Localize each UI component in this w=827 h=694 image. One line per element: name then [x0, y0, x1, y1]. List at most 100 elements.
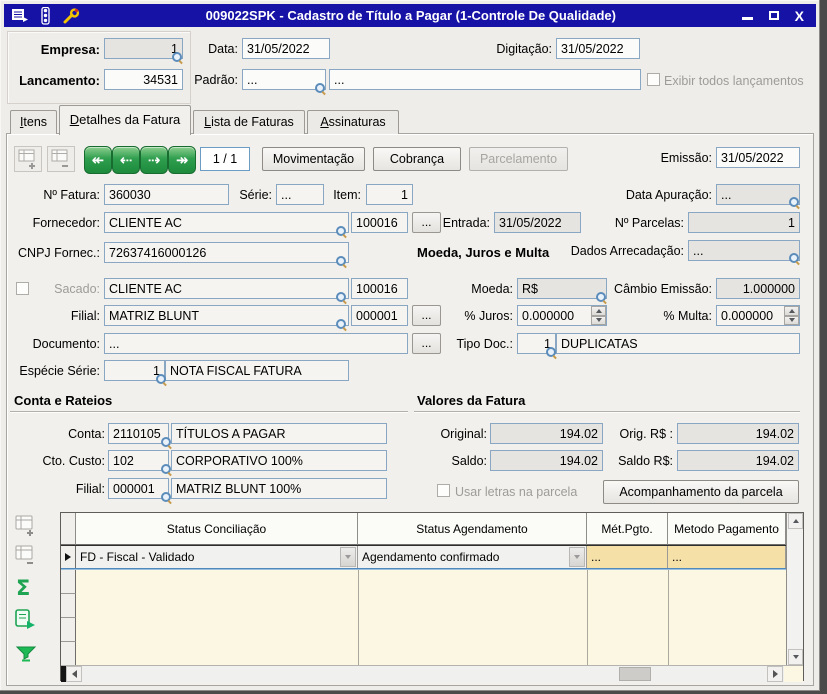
- data-apuracao-lookup-icon[interactable]: [789, 197, 800, 208]
- cobranca-button[interactable]: Cobrança: [373, 147, 461, 171]
- sacado-code-field[interactable]: 100016: [351, 278, 408, 299]
- documento-browse-button[interactable]: ...: [412, 333, 441, 354]
- cnpj-lookup-icon[interactable]: [336, 256, 347, 267]
- scroll-down-button[interactable]: [788, 649, 803, 665]
- conta-code-field[interactable]: 2110105: [108, 423, 169, 444]
- especie-serie-lookup-icon[interactable]: [156, 374, 167, 385]
- add-record-button[interactable]: [14, 146, 42, 172]
- saldo-rs-field[interactable]: 194.02: [677, 450, 799, 471]
- cto-custo-lookup-icon[interactable]: [161, 464, 172, 475]
- status-agendamento-dropdown-button[interactable]: [569, 547, 585, 567]
- documento-field[interactable]: ...: [104, 333, 408, 354]
- grid-cell-status-conciliacao[interactable]: FD - Fiscal - Validado: [76, 546, 358, 568]
- item-field[interactable]: 1: [366, 184, 413, 205]
- data-field[interactable]: 31/05/2022: [242, 38, 330, 59]
- multa-spinner[interactable]: [784, 306, 799, 325]
- next-record-button[interactable]: ⇢: [140, 146, 168, 174]
- conta-lookup-icon[interactable]: [161, 437, 172, 448]
- movimentacao-button[interactable]: Movimentação: [262, 147, 365, 171]
- multa-spin-down[interactable]: [784, 316, 799, 326]
- sacado-lookup-icon[interactable]: [336, 292, 347, 303]
- moeda-lookup-icon[interactable]: [596, 292, 607, 303]
- grid-export-button[interactable]: [12, 608, 38, 632]
- saldo-field[interactable]: 194.02: [490, 450, 603, 471]
- grid-header-status-conciliacao[interactable]: Status Conciliação: [76, 513, 358, 545]
- tipo-doc-desc-field[interactable]: DUPLICATAS: [556, 333, 800, 354]
- juros-spin-up[interactable]: [591, 306, 606, 316]
- last-record-button[interactable]: ↠: [168, 146, 196, 174]
- exibir-todos-checkbox[interactable]: [647, 73, 660, 86]
- status-conciliacao-dropdown-button[interactable]: [340, 547, 356, 567]
- grid-selected-row[interactable]: FD - Fiscal - Validado Agendamento confi…: [61, 545, 786, 569]
- padrao-lookup-icon[interactable]: [315, 83, 326, 94]
- grid-sum-button[interactable]: Σ: [16, 576, 30, 600]
- num-fatura-field[interactable]: 360030: [104, 184, 229, 205]
- scroll-left-button[interactable]: [66, 666, 82, 682]
- acompanhamento-button[interactable]: Acompanhamento da parcela: [603, 480, 799, 504]
- cambio-field[interactable]: 1.000000: [716, 278, 800, 299]
- tab-assinaturas[interactable]: Assinaturas: [307, 110, 399, 134]
- digitacao-field[interactable]: 31/05/2022: [556, 38, 640, 59]
- tab-detalhes-da-fatura[interactable]: Detalhes da Fatura: [59, 105, 191, 135]
- emissao-field[interactable]: 31/05/2022: [716, 147, 800, 168]
- first-record-button[interactable]: ↞: [84, 146, 112, 174]
- grid-header-met-pgto[interactable]: Mét.Pgto.: [587, 513, 668, 545]
- fornecedor-lookup-icon[interactable]: [336, 226, 347, 237]
- dados-arrecadacao-lookup-icon[interactable]: [789, 253, 800, 264]
- grid-horizontal-scrollbar[interactable]: [61, 665, 803, 682]
- sacado-field[interactable]: CLIENTE AC: [104, 278, 349, 299]
- maximize-button[interactable]: [769, 11, 779, 20]
- close-button[interactable]: X: [795, 9, 804, 23]
- orig-rs-field[interactable]: 194.02: [677, 423, 799, 444]
- original-field[interactable]: 194.02: [490, 423, 603, 444]
- grid-header-metodo-pagamento[interactable]: Metodo Pagamento: [668, 513, 786, 545]
- scroll-right-button[interactable]: [767, 666, 783, 682]
- rateio-filial-lookup-icon[interactable]: [161, 492, 172, 503]
- delete-record-button[interactable]: [47, 146, 75, 172]
- horizontal-scroll-thumb[interactable]: [619, 667, 651, 681]
- lancamento-field[interactable]: 34531: [104, 69, 183, 90]
- usar-letras-checkbox[interactable]: [437, 484, 450, 497]
- filial-code-field[interactable]: 000001: [351, 305, 408, 326]
- cto-custo-desc-field[interactable]: CORPORATIVO 100%: [171, 450, 387, 471]
- entrada-field[interactable]: 31/05/2022: [494, 212, 581, 233]
- scroll-up-button[interactable]: [788, 513, 803, 529]
- especie-serie-desc-field[interactable]: NOTA FISCAL FATURA: [165, 360, 349, 381]
- form-icon[interactable]: [11, 8, 29, 23]
- grid-header-status-agendamento[interactable]: Status Agendamento: [358, 513, 587, 545]
- grid-cell-metodo-pagamento[interactable]: ...: [668, 546, 786, 568]
- filial-field[interactable]: MATRIZ BLUNT: [104, 305, 349, 326]
- empresa-lookup-icon[interactable]: [172, 52, 183, 63]
- cnpj-field[interactable]: 72637416000126: [104, 242, 349, 263]
- parcelamento-button[interactable]: Parcelamento: [469, 147, 568, 171]
- previous-record-button[interactable]: ⇠: [112, 146, 140, 174]
- rateio-filial-desc-field[interactable]: MATRIZ BLUNT 100%: [171, 478, 387, 499]
- grid-vertical-scrollbar[interactable]: [786, 513, 803, 665]
- juros-spin-down[interactable]: [591, 316, 606, 326]
- serie-field[interactable]: ...: [276, 184, 324, 205]
- fornecedor-code-field[interactable]: 100016: [351, 212, 408, 233]
- grid-cell-status-agendamento[interactable]: Agendamento confirmado: [358, 546, 587, 568]
- dados-arrecadacao-field[interactable]: ...: [688, 240, 800, 261]
- wrench-icon[interactable]: [62, 8, 80, 24]
- tipo-doc-lookup-icon[interactable]: [546, 347, 557, 358]
- multa-spin-up[interactable]: [784, 306, 799, 316]
- padrao-code-field[interactable]: ...: [242, 69, 326, 90]
- moeda-field[interactable]: R$: [517, 278, 607, 299]
- traffic-light-icon[interactable]: [40, 7, 51, 25]
- grid-cell-met-pgto[interactable]: ...: [587, 546, 668, 568]
- tab-lista-de-faturas[interactable]: Lista de Faturas: [193, 110, 305, 134]
- padrao-desc-field[interactable]: ...: [329, 69, 641, 90]
- juros-spinner[interactable]: [591, 306, 606, 325]
- grid-empty-rows-area[interactable]: [76, 570, 786, 665]
- data-apuracao-field[interactable]: ...: [716, 184, 800, 205]
- sacado-checkbox[interactable]: [16, 282, 29, 295]
- conta-desc-field[interactable]: TÍTULOS A PAGAR: [171, 423, 387, 444]
- minimize-button[interactable]: [742, 17, 753, 20]
- fornecedor-field[interactable]: CLIENTE AC: [104, 212, 349, 233]
- rateio-filial-code-field[interactable]: 000001: [108, 478, 169, 499]
- filial-lookup-icon[interactable]: [336, 319, 347, 330]
- grid-filter-button[interactable]: [14, 645, 38, 663]
- cto-custo-code-field[interactable]: 102: [108, 450, 169, 471]
- num-parcelas-field[interactable]: 1: [688, 212, 800, 233]
